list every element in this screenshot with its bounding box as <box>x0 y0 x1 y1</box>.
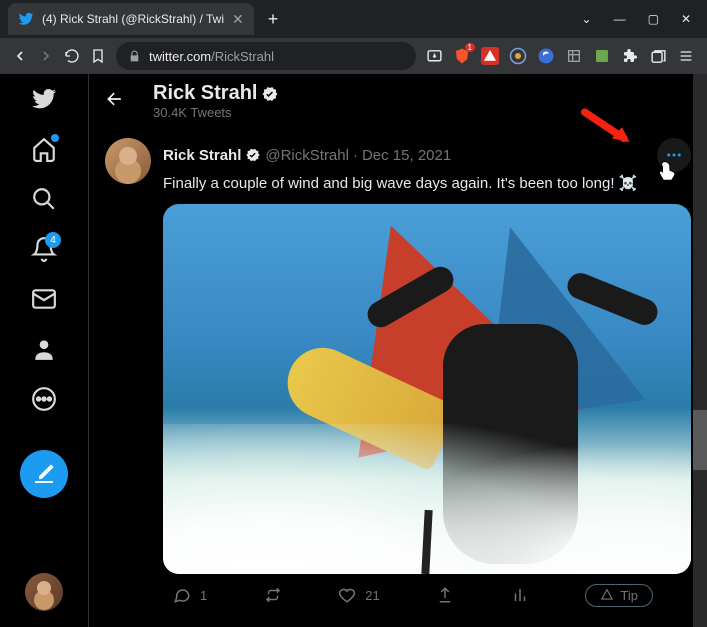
profile-tweet-count: 30.4K Tweets <box>153 105 279 120</box>
browser-titlebar: (4) Rick Strahl (@RickStrahl) / Twi ✕ + … <box>0 0 707 38</box>
tweet-header: Rick Strahl @RickStrahl · Dec 15, 2021 <box>163 138 691 172</box>
profile-icon[interactable] <box>31 336 57 362</box>
home-icon[interactable] <box>31 136 57 162</box>
tabs-icon[interactable] <box>649 47 667 65</box>
menu-icon[interactable] <box>677 47 695 65</box>
browser-toolbar: twitter.com/RickStrahl 1 <box>0 38 707 74</box>
tweet-date[interactable]: Dec 15, 2021 <box>362 147 451 164</box>
url-text: twitter.com/RickStrahl <box>149 49 274 64</box>
lock-icon <box>128 50 141 63</box>
notifications-badge: 4 <box>45 232 61 248</box>
tweet-handle[interactable]: @RickStrahl <box>265 147 349 164</box>
tweet: Rick Strahl @RickStrahl · Dec 15, 2021 F… <box>89 128 707 623</box>
brave-shield-icon[interactable]: 1 <box>453 47 471 65</box>
twitter-sidebar: 4 <box>0 74 88 627</box>
extension-red-icon[interactable] <box>481 47 499 65</box>
twitter-logo-icon[interactable] <box>31 86 57 112</box>
tweet-author[interactable]: Rick Strahl <box>163 147 241 164</box>
brave-badge: 1 <box>465 43 475 52</box>
install-icon[interactable] <box>426 48 443 65</box>
reload-icon[interactable] <box>64 48 80 64</box>
tab-close-icon[interactable]: ✕ <box>232 11 244 28</box>
window-minimize-icon[interactable]: ― <box>614 12 626 26</box>
tweet-more-button[interactable] <box>657 138 691 172</box>
extensions-menu-icon[interactable] <box>621 47 639 65</box>
window-controls: ⌄ ― ▢ ✕ <box>582 12 707 26</box>
home-dot-badge <box>51 134 59 142</box>
account-avatar[interactable] <box>25 573 63 611</box>
forward-icon[interactable] <box>38 48 54 64</box>
twitter-main: Rick Strahl 30.4K Tweets Rick Strahl @Ri… <box>88 74 707 627</box>
analytics-button[interactable] <box>511 584 529 607</box>
retweet-button[interactable] <box>264 584 282 607</box>
extension-tray <box>509 47 695 65</box>
tweet-media[interactable] <box>163 204 691 574</box>
scrollbar[interactable] <box>693 74 707 627</box>
back-arrow-icon[interactable] <box>105 89 125 114</box>
extension-1-icon[interactable] <box>509 47 527 65</box>
scrollbar-thumb[interactable] <box>693 410 707 470</box>
search-icon[interactable] <box>31 186 57 212</box>
compose-tweet-button[interactable] <box>20 450 68 498</box>
reply-button[interactable]: 1 <box>173 584 207 607</box>
tweet-actions: 1 21 Tip <box>163 574 663 613</box>
verified-badge-icon <box>245 147 261 163</box>
window-close-icon[interactable]: ✕ <box>681 12 691 26</box>
extension-3-icon[interactable] <box>565 47 583 65</box>
twitter-favicon-icon <box>18 11 34 27</box>
messages-icon[interactable] <box>31 286 57 312</box>
more-nav-icon[interactable] <box>31 386 57 412</box>
window-dropdown-icon[interactable]: ⌄ <box>582 12 592 26</box>
extension-2-icon[interactable] <box>537 47 555 65</box>
bookmark-icon[interactable] <box>90 48 106 64</box>
tweet-avatar[interactable] <box>105 138 151 184</box>
new-tab-button[interactable]: + <box>268 9 279 30</box>
tip-button[interactable]: Tip <box>585 584 653 607</box>
url-bar[interactable]: twitter.com/RickStrahl <box>116 42 416 70</box>
share-button[interactable] <box>436 584 454 607</box>
notifications-icon[interactable]: 4 <box>31 236 57 262</box>
profile-name: Rick Strahl <box>153 82 279 105</box>
tab-title: (4) Rick Strahl (@RickStrahl) / Twi <box>42 12 224 26</box>
profile-header: Rick Strahl 30.4K Tweets <box>89 74 707 128</box>
like-button[interactable]: 21 <box>338 584 379 607</box>
window-maximize-icon[interactable]: ▢ <box>648 12 659 26</box>
verified-badge-icon <box>261 85 279 103</box>
page-content: 4 Rick Strahl 30.4K Tweets Rick Strahl @… <box>0 74 707 627</box>
back-icon[interactable] <box>12 48 28 64</box>
browser-tab[interactable]: (4) Rick Strahl (@RickStrahl) / Twi ✕ <box>8 3 254 35</box>
tweet-text: Finally a couple of wind and big wave da… <box>163 174 691 194</box>
extension-4-icon[interactable] <box>593 47 611 65</box>
